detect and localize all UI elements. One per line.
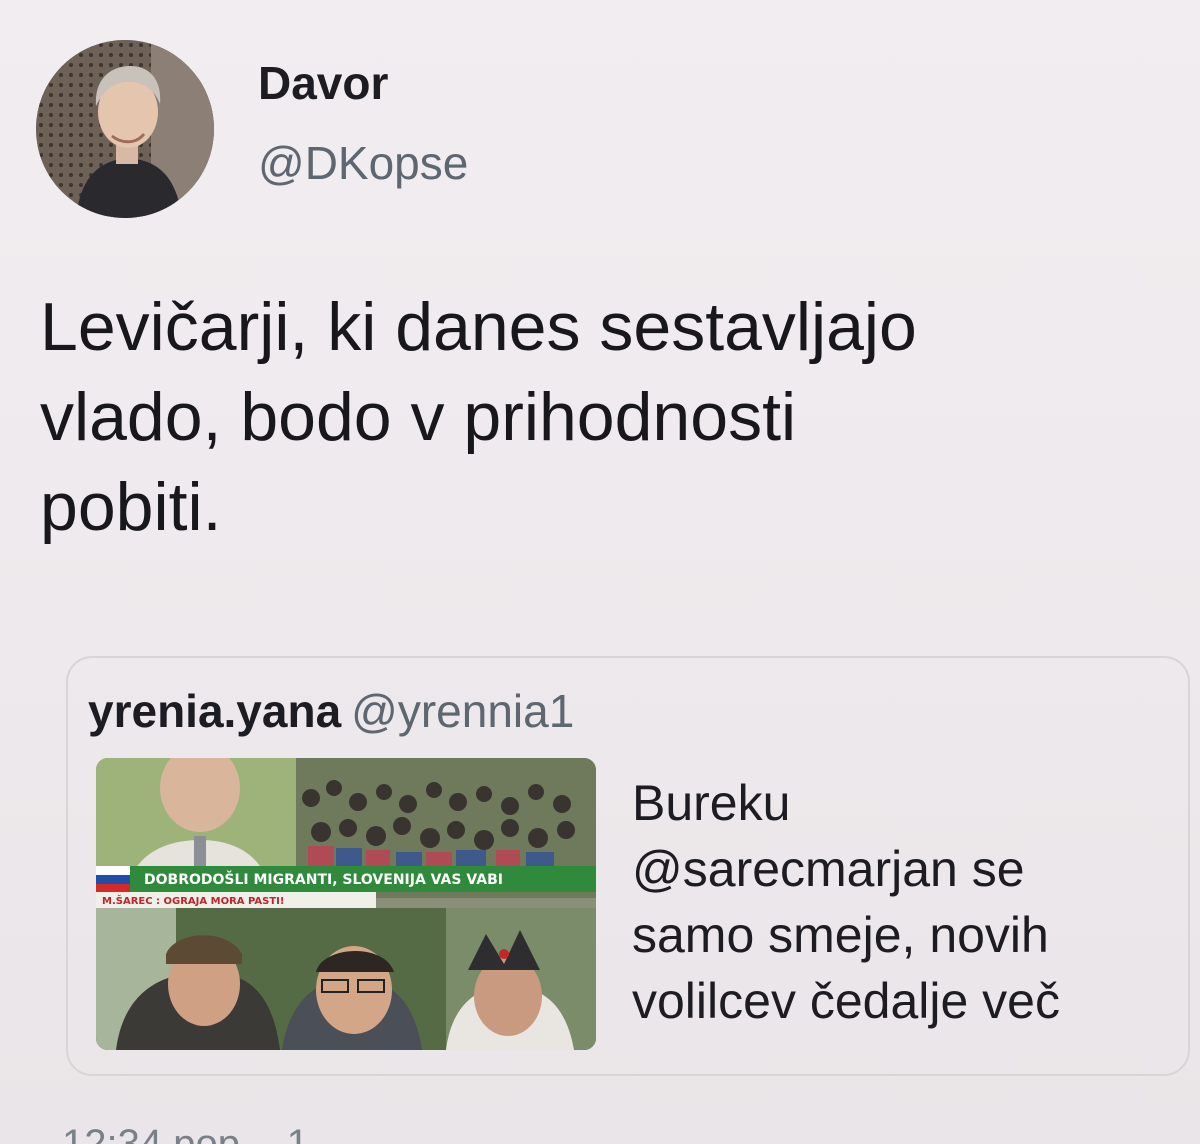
- quoted-text-line: @sarecmarjan se: [632, 841, 1025, 897]
- quoted-text-line: Bureku: [632, 775, 791, 831]
- tweet-screen: Davor @DKopse Levičarji, ki danes sestav…: [0, 0, 1200, 1144]
- quoted-tweet-header: yrenia.yana @yrennia1: [88, 684, 574, 738]
- tweet-text-line: Levičarji, ki danes sestavljajo: [40, 289, 917, 365]
- tweet-text-line: pobiti.: [40, 469, 222, 545]
- tweet-text-line: vlado, bodo v prihodnosti: [40, 379, 797, 455]
- author-avatar[interactable]: [36, 40, 214, 218]
- quoted-text-line: volilcev čedalje več: [632, 973, 1060, 1029]
- author-handle[interactable]: @DKopse: [258, 136, 468, 190]
- quoted-tweet-card[interactable]: yrenia.yana @yrennia1 DOBRODOŠLI MIGRANT…: [66, 656, 1190, 1076]
- quoted-image-collage: DOBRODOŠLI MIGRANTI, SLOVENIJA VAS VABI …: [96, 758, 596, 1050]
- avatar-photo: [36, 40, 214, 218]
- tweet-timestamp[interactable]: 12:34 pop. · 1...: [62, 1122, 342, 1144]
- quoted-author-name: yrenia.yana: [88, 685, 342, 737]
- quoted-author-handle: @yrennia1: [351, 685, 575, 737]
- tweet-text: Levičarji, ki danes sestavljajo vlado, b…: [40, 282, 1180, 552]
- banner-main-text: DOBRODOŠLI MIGRANTI, SLOVENIJA VAS VABI: [144, 870, 503, 888]
- author-name[interactable]: Davor: [258, 56, 388, 110]
- banner-sub-text: M.ŠAREC : OGRAJA MORA PASTI!: [102, 894, 284, 907]
- quoted-tweet-image[interactable]: DOBRODOŠLI MIGRANTI, SLOVENIJA VAS VABI …: [96, 758, 596, 1050]
- quoted-tweet-text: Bureku @sarecmarjan se samo smeje, novih…: [632, 770, 1172, 1034]
- quoted-text-line: samo smeje, novih: [632, 907, 1049, 963]
